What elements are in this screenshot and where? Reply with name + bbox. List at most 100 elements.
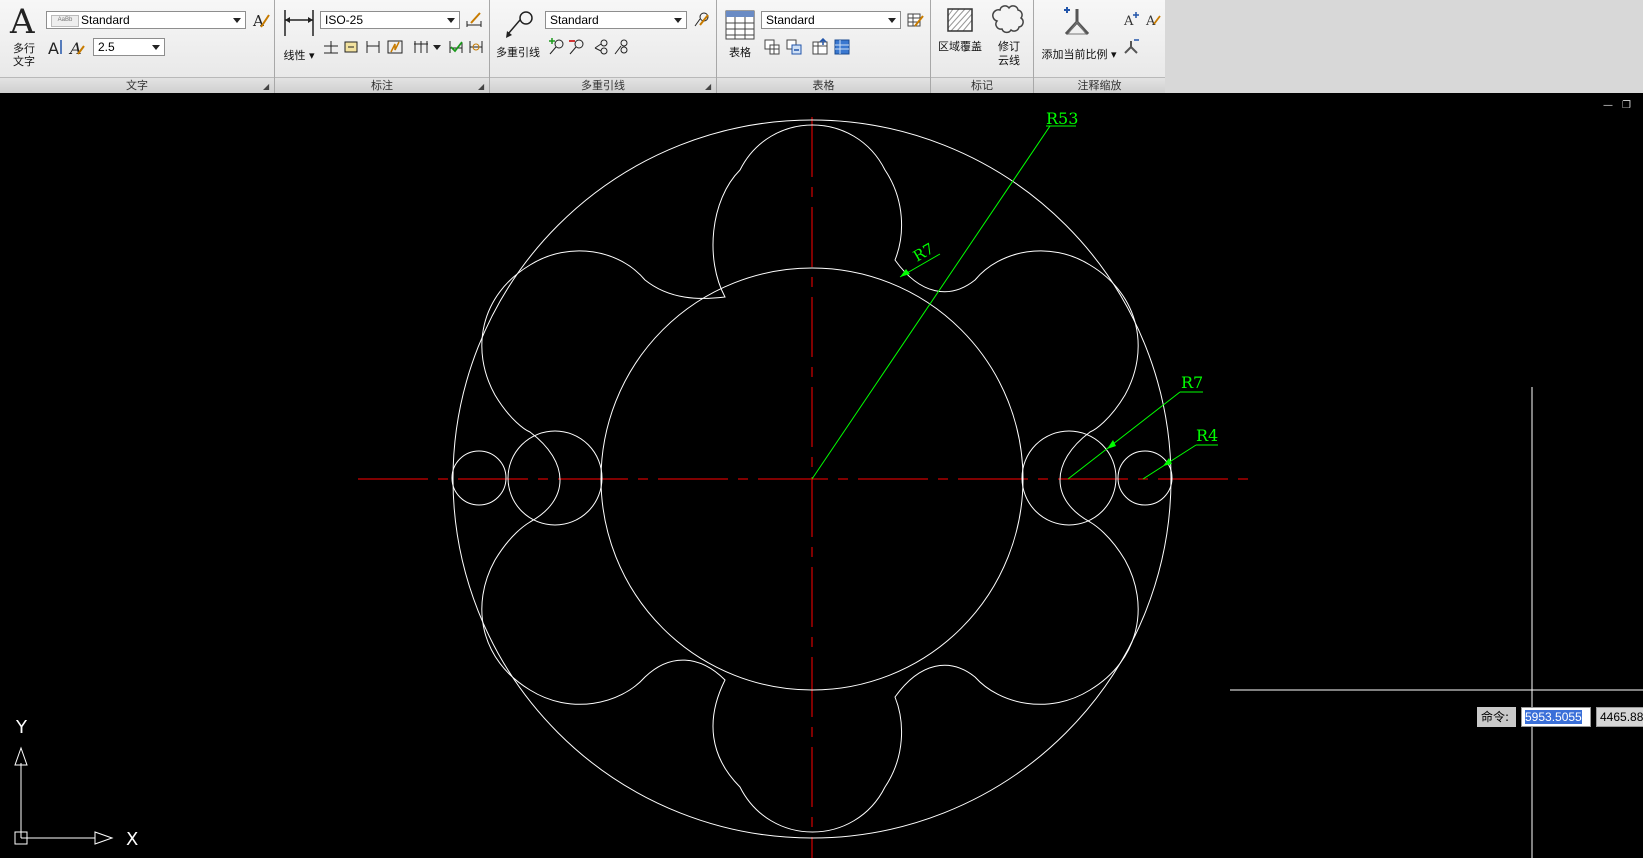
panel-launcher-icon[interactable]: ◢ [263, 83, 270, 91]
collect-leaders-icon[interactable] [612, 38, 630, 56]
r53-label[interactable]: R53 [1046, 109, 1078, 128]
dim-style-select[interactable]: ISO-25 [320, 11, 460, 29]
upload-data-icon[interactable] [811, 38, 829, 56]
dim-continue-icon[interactable] [322, 38, 340, 56]
dim-reassociate-icon[interactable] [467, 38, 485, 56]
revcloud-button[interactable]: 修订 云线 [987, 4, 1031, 68]
text-oblique-icon[interactable]: A [68, 38, 86, 56]
ribbon-panels: A 多行 文字 AaBb Standard A A A 2.5 文字 ◢ 线性 … [0, 0, 1165, 93]
text-style-manager-icon[interactable]: A [252, 11, 270, 29]
chevron-down-icon [233, 18, 241, 23]
add-leader-icon[interactable] [547, 38, 565, 56]
ucs-icon: Y X [14, 717, 138, 850]
revision-cloud-icon [992, 5, 1024, 34]
table-button[interactable]: 表格 [721, 8, 759, 64]
sync-scale-positions-icon[interactable]: A [1144, 11, 1162, 29]
markup-panel: 区域覆盖 修订 云线 标记 [931, 0, 1034, 93]
table-panel: 表格 Standard 表格 [717, 0, 931, 93]
coordinate-y-input[interactable]: 4465.88 [1596, 707, 1643, 727]
table-label: 表格 [729, 46, 751, 59]
multileader-button[interactable]: 多重引线 [494, 8, 542, 64]
left-lobe-circle[interactable] [507, 430, 603, 526]
coordinate-x-value: 5953.5055 [1525, 710, 1582, 724]
panel-launcher-icon[interactable]: ◢ [478, 83, 485, 91]
download-data-icon[interactable] [833, 38, 851, 56]
dimension-panel-title: 标注 [275, 77, 489, 93]
ucs-y-label: Y [15, 717, 28, 738]
text-panel-title: 文字 [0, 77, 274, 93]
chevron-down-icon [674, 18, 682, 23]
text-height-select[interactable]: 2.5 [93, 38, 165, 56]
linear-label: 线性 ▾ [283, 49, 315, 62]
r4-label[interactable]: R4 [1196, 426, 1218, 445]
table-style-value: Standard [766, 13, 815, 27]
mleader-style-select[interactable]: Standard [545, 11, 687, 29]
link-data-icon[interactable] [785, 38, 803, 56]
coordinate-x-input[interactable]: 5953.5055 [1521, 707, 1591, 727]
dim-inspect-icon[interactable] [342, 38, 360, 56]
wipeout-button[interactable]: 区域覆盖 [935, 4, 985, 64]
linear-dimension-icon [284, 10, 314, 36]
add-current-scale-label: 添加当前比例 ▾ [1041, 48, 1117, 61]
dimension-panel: 线性 ▾ ISO-25 标注 ◢ [275, 0, 490, 93]
text-height-value: 2.5 [98, 40, 115, 54]
drawing-canvas[interactable]: R53 R7 R7 R4 Y X — ❐ 命令: 5953.5055 4465.… [0, 95, 1643, 858]
restore-icon[interactable]: ❐ [1622, 101, 1632, 111]
left-small-hole[interactable] [451, 450, 507, 506]
multileader-label: 多重引线 [496, 46, 540, 59]
svg-text:A: A [48, 39, 59, 56]
mtext-label-1: 多行 [13, 42, 35, 55]
annotative-objects-icon[interactable] [1122, 38, 1140, 56]
revcloud-label-1: 修订 [998, 40, 1020, 53]
mtext-button[interactable]: A 多行 文字 [6, 4, 42, 72]
dim-baseline-icon[interactable] [412, 38, 442, 56]
ribbon: A 多行 文字 AaBb Standard A A A 2.5 文字 ◢ 线性 … [0, 0, 1643, 93]
mtext-icon: A [10, 2, 35, 42]
dim-update-icon[interactable] [447, 38, 465, 56]
annotation-scale-icon [1064, 7, 1090, 36]
mleader-style-manager-icon[interactable] [692, 11, 710, 29]
wipeout-icon [947, 8, 973, 32]
wipeout-label: 区域覆盖 [938, 40, 982, 53]
drawing-svg[interactable]: R53 R7 R7 R4 Y X [0, 95, 1643, 858]
revcloud-label-2: 云线 [998, 54, 1020, 67]
annotation-scaling-panel: 添加当前比例 ▾ A A 注释缩放 [1034, 0, 1165, 93]
table-style-manager-icon[interactable] [906, 11, 924, 29]
panel-launcher-icon[interactable]: ◢ [705, 83, 712, 91]
minimize-icon[interactable]: — [1603, 101, 1613, 111]
table-style-select[interactable]: Standard [761, 11, 901, 29]
extract-data-icon[interactable] [763, 38, 781, 56]
command-label: 命令: [1477, 707, 1516, 727]
dim-style-manager-icon[interactable] [465, 11, 483, 29]
multileader-panel-title: 多重引线 [490, 77, 716, 93]
table-icon [725, 10, 755, 40]
r7-right-label[interactable]: R7 [1181, 373, 1203, 392]
table-panel-title: 表格 [717, 77, 930, 93]
text-style-value: Standard [81, 13, 130, 27]
mtext-label-2: 文字 [13, 55, 35, 68]
chevron-down-icon [888, 18, 896, 23]
multileader-icon [506, 11, 533, 38]
svg-text:A: A [1145, 14, 1156, 29]
add-current-scale-button[interactable]: 添加当前比例 ▾ [1036, 6, 1120, 66]
markup-panel-title: 标记 [931, 77, 1033, 93]
r53-leader[interactable] [811, 125, 1051, 480]
dim-break-icon[interactable] [364, 38, 382, 56]
linear-dim-button[interactable]: 线性 ▾ [279, 8, 319, 64]
mleader-style-value: Standard [550, 13, 599, 27]
text-style-select[interactable]: AaBb Standard [46, 11, 246, 29]
dim-jog-icon[interactable] [386, 38, 404, 56]
text-height-icon[interactable]: A [46, 38, 64, 56]
r7-inner-label[interactable]: R7 [910, 239, 937, 265]
remove-leader-icon[interactable] [567, 38, 585, 56]
annotation-scaling-panel-title: 注释缩放 [1034, 77, 1165, 93]
r7-right-arrow [1107, 440, 1116, 449]
text-style-preview-icon: AaBb [51, 15, 79, 27]
dim-style-value: ISO-25 [325, 13, 364, 27]
chevron-down-icon [447, 18, 455, 23]
add-delete-scales-icon[interactable]: A [1122, 11, 1140, 29]
align-leaders-icon[interactable] [592, 38, 610, 56]
svg-text:A: A [1123, 14, 1134, 29]
ucs-x-label: X [126, 829, 138, 850]
text-panel: A 多行 文字 AaBb Standard A A A 2.5 文字 ◢ [0, 0, 275, 93]
